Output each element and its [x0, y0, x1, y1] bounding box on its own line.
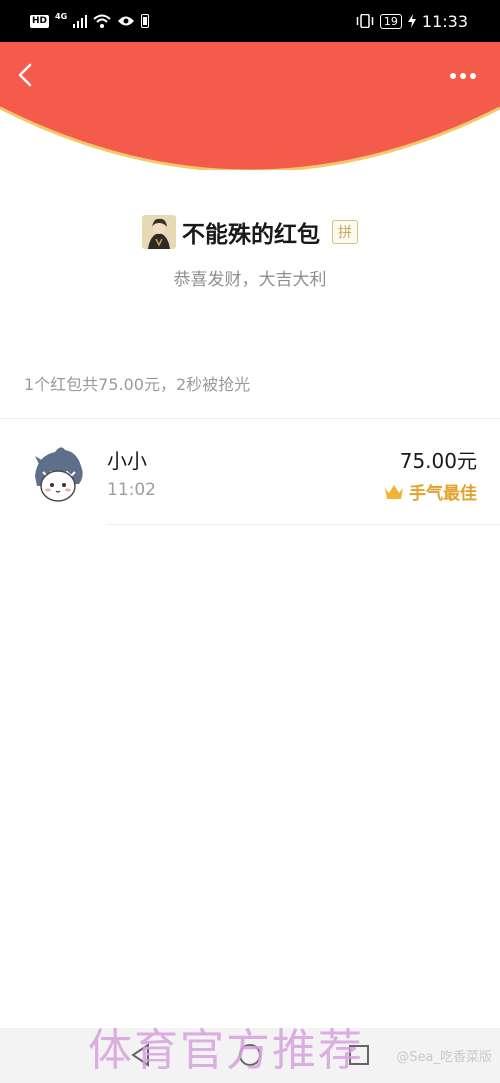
record-time: 11:02 [107, 480, 156, 500]
signal-icon [73, 15, 88, 28]
record-amount: 75.00元 [399, 449, 477, 473]
red-envelope-header [0, 42, 500, 170]
hd-badge: HD [30, 14, 50, 28]
avatar[interactable] [31, 442, 85, 502]
watermark-text: 体育官方推荐 [88, 1025, 364, 1076]
eye-icon [118, 16, 135, 26]
pin-badge: 拼 [332, 220, 358, 244]
list-item[interactable]: 小小 11:02 75.00元 手气最佳 [0, 419, 500, 525]
sender-avatar[interactable] [142, 215, 176, 249]
chevron-left-icon [18, 63, 32, 87]
status-left: HD 4G [30, 11, 150, 30]
status-time: 11:33 [421, 11, 468, 31]
charging-icon [407, 14, 416, 28]
best-luck-label: 手气最佳 [409, 484, 477, 504]
crown-icon [385, 484, 403, 499]
sender-row: 不能殊的红包 拼 [0, 212, 500, 252]
weibo-watermark: @Sea_吃香菜版 [396, 1050, 492, 1065]
more-dots-icon [450, 73, 476, 79]
battery-level: 19 [379, 13, 402, 29]
shark-avatar-image [35, 447, 83, 502]
sender-avatar-image [142, 215, 176, 249]
envelope-summary: 1个红包共75.00元，2秒被抢光 [24, 375, 251, 394]
wifi-icon [93, 14, 111, 28]
back-button[interactable] [12, 57, 40, 93]
vibrate-icon [356, 14, 374, 28]
status-right: 19 11:33 [356, 11, 468, 31]
sender-name: 不能殊的红包 [182, 222, 320, 248]
status-bar: HD 4G 19 11:33 [0, 0, 500, 42]
best-luck-badge: 手气最佳 [384, 479, 477, 504]
notification-icon [141, 14, 150, 28]
record-name: 小小 [107, 449, 147, 473]
more-button[interactable] [448, 68, 478, 82]
header-arc [0, 42, 500, 170]
network-label: 4G [55, 11, 68, 21]
divider [107, 524, 500, 525]
greeting-text: 恭喜发财，大吉大利 [173, 270, 327, 290]
